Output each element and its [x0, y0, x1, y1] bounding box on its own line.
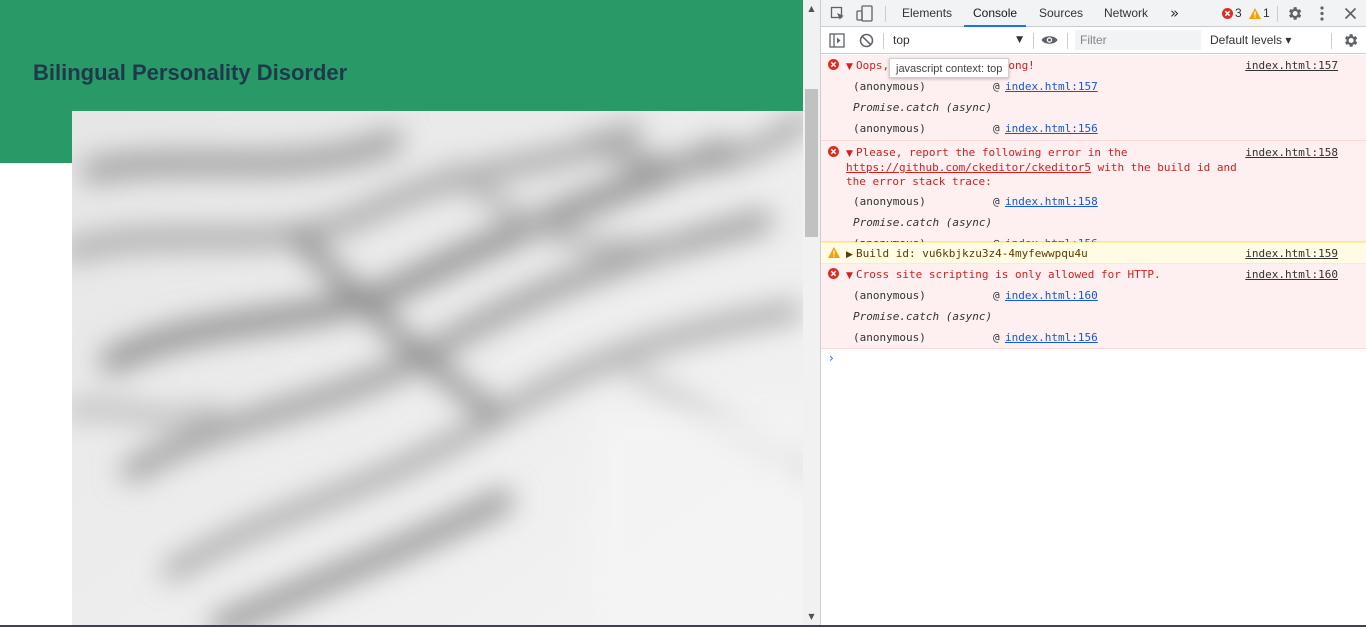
stack-frame: (anonymous) @ index.html:157	[853, 80, 1098, 93]
console-output: ▼Oops, something went wrong! index.html:…	[821, 55, 1366, 625]
context-tooltip: javascript context: top	[889, 58, 1010, 78]
message-source-link[interactable]: index.html:159	[1245, 247, 1338, 261]
console-message-error: ▼ Cross site scripting is only allowed fo…	[821, 264, 1366, 349]
more-options-icon[interactable]	[1317, 5, 1327, 22]
stack-frame-async: Promise.catch (async)	[853, 101, 993, 114]
toolbar-separator	[883, 33, 884, 49]
error-count-icon[interactable]	[1222, 8, 1233, 19]
expand-triangle-icon[interactable]: ▼	[846, 60, 856, 74]
stack-frame: (anonymous)@index.html:156	[853, 331, 1098, 344]
stack-frame-link[interactable]: index.html:160	[1005, 289, 1098, 302]
javascript-context-select[interactable]: top ▼	[889, 30, 1027, 50]
expand-triangle-icon[interactable]: ▶	[846, 248, 856, 262]
stack-frame-async: Promise.catch (async)	[853, 216, 993, 229]
warning-count-icon[interactable]	[1249, 8, 1261, 19]
toolbar-separator	[1331, 33, 1332, 49]
console-filter-input[interactable]	[1075, 30, 1201, 50]
log-levels-select[interactable]: Default levels ▾	[1210, 30, 1291, 50]
devtools-tabbar: Elements Console Sources Network » 3 1	[821, 0, 1366, 27]
toolbar-separator	[1033, 33, 1034, 49]
tab-sources[interactable]: Sources	[1039, 0, 1083, 27]
message-source-link[interactable]: index.html:160	[1245, 268, 1338, 282]
stack-frame-async: Promise.catch (async)	[853, 310, 993, 323]
warning-count[interactable]: 1	[1263, 0, 1270, 27]
expand-triangle-icon[interactable]: ▼	[846, 269, 856, 283]
tabbar-separator	[1277, 6, 1278, 22]
error-count[interactable]: 3	[1235, 0, 1242, 27]
scroll-up-arrow-icon[interactable]: ▲	[803, 0, 820, 17]
devtools-panel: Elements Console Sources Network » 3 1 t…	[820, 0, 1366, 625]
console-settings-gear-icon[interactable]	[1342, 32, 1359, 49]
console-prompt-input[interactable]: ›	[829, 351, 834, 365]
more-tabs-icon[interactable]: »	[1170, 0, 1179, 27]
scroll-thumb[interactable]	[805, 89, 818, 237]
blurred-feather-image	[72, 111, 803, 625]
header-accent	[0, 111, 72, 163]
scroll-down-arrow-icon[interactable]: ▼	[803, 608, 820, 625]
hero-image	[72, 111, 803, 625]
close-devtools-icon[interactable]	[1344, 7, 1357, 20]
device-toolbar-icon[interactable]	[856, 5, 874, 22]
message-source-link[interactable]: index.html:157	[1245, 59, 1338, 73]
console-toolbar: top ▼ Default levels ▾	[821, 27, 1366, 54]
tab-elements[interactable]: Elements	[902, 0, 952, 27]
console-message-warning: ▶ Build id: vu6kbjkzu3z4-4myfewwpqu4u ind…	[821, 242, 1366, 264]
stack-frame-link[interactable]: index.html:157	[1005, 80, 1098, 93]
toolbar-separator	[1067, 33, 1068, 49]
show-sidebar-icon[interactable]	[829, 33, 845, 48]
context-select-value: top	[893, 33, 910, 47]
page-scrollbar[interactable]: ▲ ▼	[803, 0, 820, 625]
github-link[interactable]: https://github.com/ckeditor/ckeditor5	[846, 161, 1091, 174]
stack-frame: (anonymous) @ index.html:158	[853, 195, 1098, 208]
console-message-error: ▼ Please, report the following error in t…	[821, 141, 1366, 250]
page-title: Bilingual Personality Disorder	[33, 60, 348, 85]
tab-network[interactable]: Network	[1104, 0, 1148, 27]
stack-frame: (anonymous)@index.html:156	[853, 122, 1098, 135]
settings-gear-icon[interactable]	[1286, 5, 1303, 22]
tabbar-separator	[885, 6, 886, 22]
stack-frame: (anonymous) @ index.html:160	[853, 289, 1098, 302]
expand-triangle-icon[interactable]: ▼	[846, 147, 856, 161]
clear-console-icon[interactable]	[859, 33, 874, 48]
page-header	[0, 0, 803, 111]
stack-frame-link[interactable]: index.html:156	[1005, 331, 1098, 344]
page-viewport: Bilingual Personality Disorder	[0, 0, 803, 625]
stack-frame-link[interactable]: index.html:156	[1005, 122, 1098, 135]
stack-frame-link[interactable]: index.html:158	[1005, 195, 1098, 208]
live-expression-eye-icon[interactable]	[1041, 34, 1058, 46]
inspect-element-icon[interactable]	[830, 6, 846, 22]
message-source-link[interactable]: index.html:158	[1245, 146, 1338, 160]
dropdown-arrow-icon: ▼	[1016, 35, 1023, 45]
tab-console[interactable]: Console	[964, 0, 1027, 27]
